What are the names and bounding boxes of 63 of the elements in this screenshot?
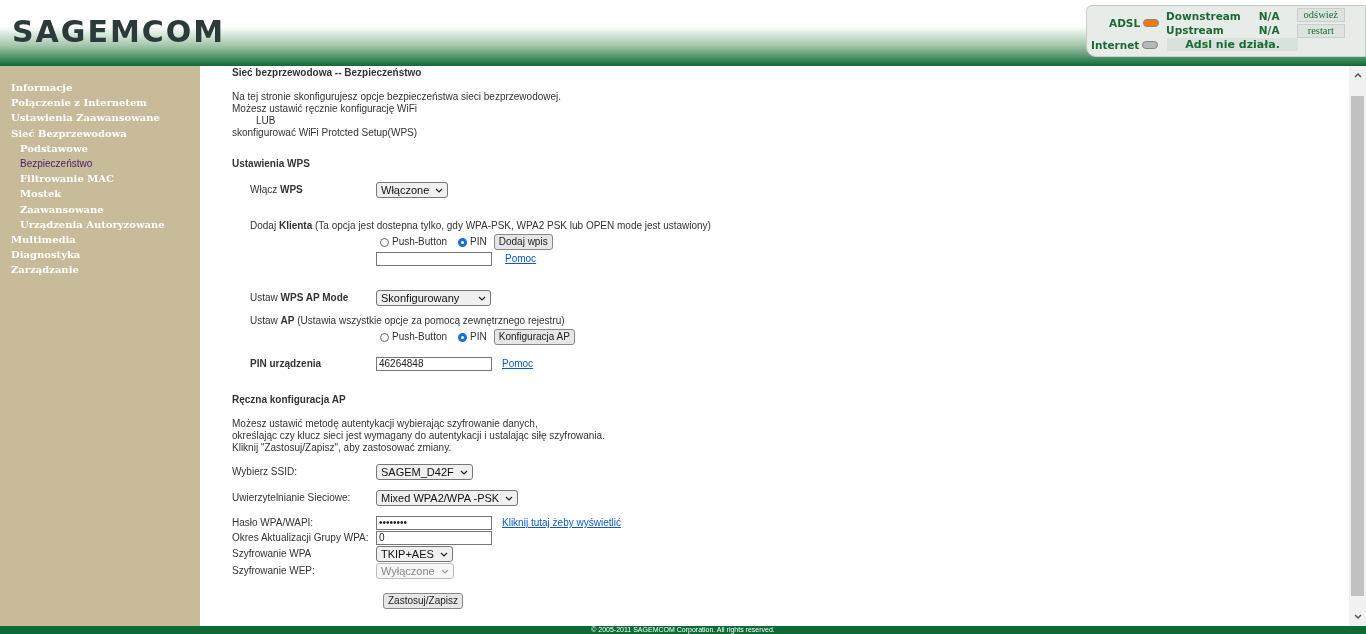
password-field[interactable]: •••••••• (376, 516, 492, 530)
radio-button[interactable] (458, 237, 468, 247)
dropdown-select[interactable]: Mixed WPA2/WPA -PSK (376, 490, 519, 506)
pin-input-field[interactable] (376, 252, 492, 266)
dropdown-select[interactable]: TKIP+AES (376, 546, 453, 562)
intro-text: Na tej stronie skonfigurujesz opcje bezpieczeństwa sieci bezprzewodowej. (232, 91, 562, 103)
page-title: Sieć bezprzewodowa -- Bezpieczeństwo (232, 67, 422, 79)
chevron-icon (439, 551, 448, 557)
field-label: Szyfrowanie WEP: (232, 565, 316, 577)
field-label: Okres Aktualizacji Grupy WPA: (232, 532, 370, 544)
status-button[interactable]: odśwież (1296, 8, 1345, 22)
sidebar-subitem[interactable]: Bezpieczeństwo (0, 156, 93, 172)
scroll-down-icon[interactable] (1352, 612, 1363, 622)
apply-button[interactable]: Zastosuj/Zapisz (383, 593, 464, 609)
chevron-icon (505, 495, 514, 501)
intro-text: Kliknij "Zastosuj/Zapisz", aby zastosować zmiany. (232, 442, 453, 454)
configure-ap-button[interactable]: Konfiguracja AP (493, 329, 575, 345)
radio-button[interactable] (458, 332, 468, 342)
intro-text: skonfigurować WiFi Protcted Setup(WPS) (232, 127, 419, 139)
chevron-icon (478, 295, 486, 301)
internet-label: Internet (1091, 38, 1140, 51)
status-message: Adsl nie działa. (1167, 38, 1298, 51)
chevron-icon (435, 187, 444, 193)
field-label: Ustaw WPS AP Mode (250, 292, 350, 304)
field-label: Szyfrowanie WPA (232, 548, 313, 560)
radio-label: Push-Button (392, 236, 448, 248)
radio-label: PIN (470, 331, 487, 343)
upstream-label: Upstream (1166, 23, 1225, 37)
status-button[interactable]: restart (1296, 24, 1345, 38)
text-input-field[interactable]: 0 (376, 531, 492, 545)
help-link[interactable]: Pomoc (502, 358, 534, 370)
adsl-label: ADSL (1108, 17, 1141, 29)
section-heading: Ręczna konfiguracja AP (232, 394, 346, 406)
intro-text: Możesz ustawić ręcznie konfigurację WiFi (232, 103, 419, 115)
field-label: PIN urządzenia (250, 358, 323, 370)
field-label: Ustaw AP (Ustawia wszystkie opcje za pomocą zewnętrznego rejestru) (250, 315, 565, 327)
intro-text: określając czy klucz sieci jest wymagany do autentykacji i ustalając siłę szyfrowania. (232, 430, 605, 442)
show-password-link[interactable]: Kliknij tutaj żeby wyświetlić (502, 517, 621, 529)
field-label: Hasło WPA/WAPI: (232, 517, 315, 529)
help-link[interactable]: Pomoc (505, 253, 537, 265)
intro-text: Możesz ustawić metodę autentykacji wybierając szyfrowanie danych, (232, 418, 539, 430)
radio-label: PIN (470, 236, 487, 248)
field-label: Włącz WPS (250, 184, 304, 196)
downstream-value: N/A (1258, 9, 1280, 23)
section-heading: Ustawienia WPS (232, 158, 310, 170)
wps-select[interactable]: Włączone (376, 182, 449, 198)
add-entry-button[interactable]: Dodaj wpis (493, 234, 553, 250)
intro-text: LUB (255, 115, 277, 127)
scroll-up-icon[interactable] (1352, 70, 1363, 80)
ap-mode-select[interactable]: Skonfigurowany (376, 290, 491, 306)
dropdown-select[interactable]: SAGEM_D42F (376, 464, 473, 480)
radio-label: Push-Button (392, 331, 448, 343)
field-label: Uwierzytelnianie Sieciowe: (232, 492, 352, 504)
field-label: Dodaj Klienta (Ta opcja jest dostepna tylko, gdy WPA-PSK, WPA2 PSK lub OPEN mode jest ustawiony) (250, 220, 711, 232)
scroll-thumb[interactable] (1351, 96, 1364, 596)
downstream-label: Downstream (1166, 9, 1241, 23)
field-label: Wybierz SSID: (232, 466, 298, 478)
chevron-icon (459, 469, 468, 475)
scrollbar[interactable] (1349, 66, 1366, 626)
chevron-icon (440, 568, 449, 574)
device-pin-field[interactable]: 46264848 (376, 357, 492, 371)
logo: SAGEMCOM (12, 14, 226, 49)
upstream-value: N/A (1258, 23, 1280, 37)
